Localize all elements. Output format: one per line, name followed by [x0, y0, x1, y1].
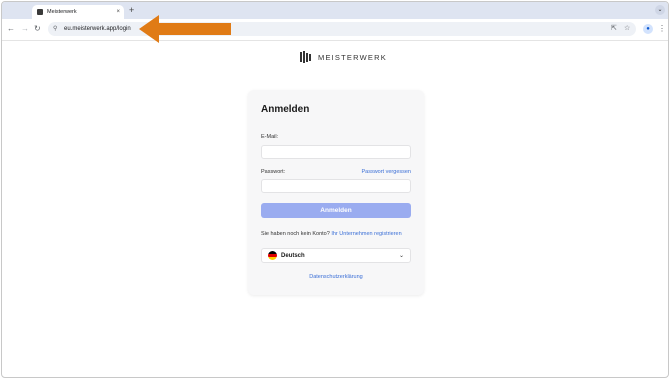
email-field[interactable] — [261, 145, 411, 159]
login-button[interactable]: Anmelden — [261, 203, 411, 218]
tab-title: Meisterwerk — [47, 9, 77, 15]
signup-row: Sie haben noch kein Konto? Ihr Unternehm… — [261, 231, 411, 237]
meisterwerk-favicon-icon — [37, 9, 43, 15]
meisterwerk-logo-icon — [300, 51, 311, 63]
browser-toolbar: ← → ↻ ⚲ eu.meisterwerk.app/login ⇱ ☆ ● ⋮ — [2, 19, 668, 41]
chevron-down-icon: ⌄ — [398, 253, 404, 259]
profile-avatar-icon[interactable]: ● — [643, 24, 653, 34]
language-value: Deutsch — [281, 252, 305, 259]
open-in-app-icon[interactable]: ⇱ — [611, 24, 617, 34]
forgot-password-link[interactable]: Passwort vergessen — [361, 169, 411, 175]
email-label: E-Mail: — [261, 134, 279, 140]
tab-search-button[interactable]: ⌄ — [655, 5, 665, 15]
browser-menu-icon[interactable]: ⋮ — [658, 23, 666, 35]
url-text[interactable]: eu.meisterwerk.app/login — [64, 24, 131, 34]
language-select[interactable]: Deutsch ⌄ — [261, 248, 411, 263]
new-tab-button[interactable]: + — [129, 4, 134, 16]
register-company-link[interactable]: Ihr Unternehmen registrieren — [331, 231, 401, 237]
reload-icon[interactable]: ↻ — [34, 23, 41, 35]
password-label: Passwort: — [261, 169, 286, 175]
browser-window: Meisterwerk × + ⌄ ← → ↻ ⚲ eu.meisterwerk… — [1, 1, 669, 378]
password-field[interactable] — [261, 179, 411, 193]
logo-text: MEISTERWERK — [318, 52, 387, 62]
german-flag-icon — [268, 251, 277, 260]
back-icon[interactable]: ← — [7, 23, 15, 35]
no-account-text: Sie haben noch kein Konto? — [261, 231, 332, 237]
tab-meisterwerk[interactable]: Meisterwerk × — [32, 5, 124, 19]
forward-icon[interactable]: → — [21, 23, 29, 35]
privacy-policy-link[interactable]: Datenschutzerklärung — [248, 274, 424, 280]
address-bar[interactable]: ⚲ eu.meisterwerk.app/login ⇱ ☆ — [48, 22, 636, 36]
site-info-icon[interactable]: ⚲ — [53, 24, 57, 34]
orange-arrow-annotation — [139, 15, 231, 43]
login-card: Anmelden E-Mail: Passwort: Passwort verg… — [248, 90, 424, 295]
tab-strip: Meisterwerk × + ⌄ — [2, 2, 668, 19]
close-tab-icon[interactable]: × — [116, 9, 120, 15]
meisterwerk-logo: MEISTERWERK — [300, 51, 387, 63]
bookmark-star-icon[interactable]: ☆ — [624, 24, 630, 34]
page-title: Anmelden — [261, 104, 310, 115]
